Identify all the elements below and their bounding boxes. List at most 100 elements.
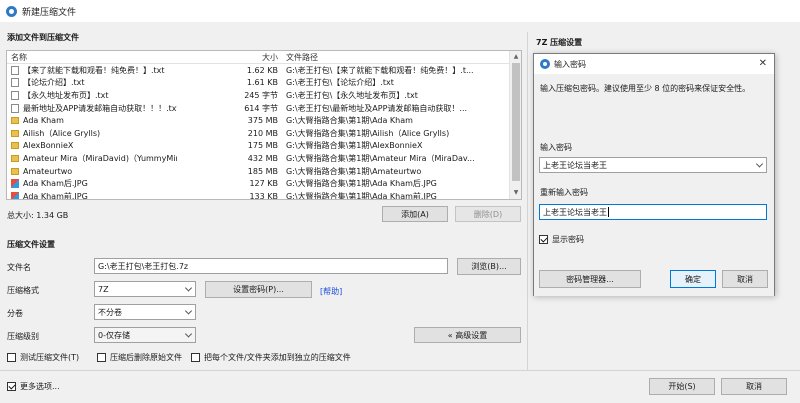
scroll-up-arrow-icon[interactable]: ▲ bbox=[512, 53, 520, 61]
window-titlebar: 新建压缩文件 bbox=[0, 0, 800, 22]
file-size: 432 MB bbox=[247, 153, 278, 163]
file-row[interactable]: AlexBonnieX 175 MB G:\大臀指路合集\第1期\AlexBonni… bbox=[7, 140, 521, 153]
password-input[interactable]: 上老王论坛当老王 bbox=[539, 157, 767, 173]
dialog-title: 输入密码 bbox=[554, 59, 586, 69]
file-row[interactable]: 【来了就能下载和观看！纯免费！】.txt 1.62 KB G:\老王打包\【来了就能… bbox=[7, 64, 521, 77]
file-row[interactable]: 【永久地址发布页】.txt 245 字节 G:\老王打包\【永久地址发布页】.txt bbox=[7, 89, 521, 102]
level-label: 压缩级别 bbox=[7, 332, 39, 341]
file-row[interactable]: Ada Kham前.JPG 133 KB G:\大臀指路合集\第1期\Ada Kha… bbox=[7, 190, 521, 200]
file-list-scrollbar[interactable]: ▲ ▼ bbox=[509, 51, 521, 199]
file-name: AlexBonnieX bbox=[23, 141, 74, 151]
help-link[interactable]: [帮助] bbox=[320, 286, 342, 297]
file-path: G:\大臀指路合集\第1期\Ada Kham前.JPG bbox=[286, 191, 437, 200]
file-path: G:\大臀指路合集\第1期\AlexBonnieX bbox=[286, 141, 423, 151]
delete-button[interactable]: 删除(D) bbox=[455, 206, 521, 222]
file-name: 【论坛介绍】.txt bbox=[23, 78, 85, 88]
file-row[interactable]: Amateurtwo 185 MB G:\大臀指路合集\第1期\Amateurtwo bbox=[7, 165, 521, 178]
dialog-cancel-button[interactable]: 取消 bbox=[722, 270, 768, 288]
filename-label: 文件名 bbox=[7, 263, 31, 272]
file-name: Ailish（Alice Grylls) bbox=[23, 128, 101, 138]
dialog-app-icon bbox=[540, 59, 550, 69]
delete-source-checkbox[interactable]: 压缩后删除原始文件 bbox=[97, 352, 182, 363]
file-size: 175 MB bbox=[247, 141, 278, 151]
file-name-cell: 【永久地址发布页】.txt bbox=[7, 90, 177, 101]
delete-source-label: 压缩后删除原始文件 bbox=[110, 353, 182, 362]
browse-button[interactable]: 浏览(B)... bbox=[457, 258, 521, 275]
format-label: 压缩格式 bbox=[7, 286, 39, 295]
dialog-body: 输入压缩包密码。建议使用至少 8 位的密码来保证安全性。 输入密码 上老王论坛当… bbox=[534, 74, 774, 296]
column-header-name[interactable]: 名称 bbox=[7, 52, 177, 63]
split-select[interactable]: 不分卷 bbox=[94, 304, 196, 320]
file-row[interactable]: Ailish（Alice Grylls) 210 MB G:\大臀指路合集\第1期\… bbox=[7, 127, 521, 140]
filename-input[interactable]: G:\老王打包\老王打包.7z bbox=[94, 258, 448, 274]
window-title: 新建压缩文件 bbox=[22, 7, 77, 18]
file-size: 614 字节 bbox=[244, 103, 278, 113]
password-dialog: 输入密码 ✕ 输入压缩包密码。建议使用至少 8 位的密码来保证安全性。 输入密码… bbox=[533, 53, 775, 296]
file-path: G:\老王打包\【论坛介绍】.txt bbox=[286, 78, 394, 88]
file-name-cell: 【来了就能下载和观看！纯免费！】.txt bbox=[7, 65, 177, 76]
side-panel-label: 7Z 压缩设置 bbox=[536, 38, 583, 47]
file-name-cell: Amateurtwo bbox=[7, 167, 177, 176]
file-size: 1.62 KB bbox=[246, 65, 278, 75]
scroll-down-arrow-icon[interactable]: ▼ bbox=[512, 189, 520, 197]
ok-button[interactable]: 确定 bbox=[670, 270, 716, 288]
start-button[interactable]: 开始(S) bbox=[649, 378, 715, 395]
file-size: 185 MB bbox=[247, 166, 278, 176]
checkbox-box[interactable] bbox=[97, 353, 106, 362]
cancel-button[interactable]: 取消 bbox=[721, 378, 787, 395]
file-name: Ada Kham后.JPG bbox=[23, 179, 88, 189]
file-row[interactable]: Amateur Mira（MiraDavid)（YummyMira) 432 MB… bbox=[7, 152, 521, 165]
column-header-size[interactable]: 大小 bbox=[177, 52, 282, 63]
file-path: G:\老王打包\最新地址及APP请发邮箱自动获取！... bbox=[286, 103, 468, 113]
folder-icon bbox=[11, 117, 19, 125]
format-select-value: 7Z bbox=[98, 284, 109, 294]
file-path: G:\大臀指路合集\第1期\Amateur Mira（MiraDav... bbox=[286, 153, 475, 163]
level-select[interactable]: 0-仅存储 bbox=[94, 327, 196, 343]
file-name: Amateurtwo bbox=[23, 166, 73, 176]
close-icon[interactable]: ✕ bbox=[759, 58, 767, 69]
file-list[interactable]: 名称 大小 文件路径 【来了就能下载和观看！纯免费！】.txt 1.62 KB G:… bbox=[6, 50, 522, 200]
scrollbar-thumb[interactable] bbox=[512, 63, 520, 181]
image-file-icon bbox=[11, 191, 19, 199]
checkbox-box-checked[interactable] bbox=[539, 235, 548, 244]
chevron-down-icon[interactable] bbox=[755, 160, 764, 168]
file-path: G:\大臀指路合集\第1期\Ada Kham后.JPG bbox=[286, 179, 437, 189]
test-archive-checkbox[interactable]: 测试压缩文件(T) bbox=[7, 352, 79, 363]
split-label: 分卷 bbox=[7, 309, 23, 318]
checkbox-box-checked[interactable] bbox=[7, 382, 16, 391]
file-name-cell: Ada Kham前.JPG bbox=[7, 191, 177, 199]
more-options-checkbox[interactable]: 更多选项... bbox=[7, 381, 60, 392]
file-size: 245 字节 bbox=[244, 90, 278, 100]
set-password-button[interactable]: 设置密码(P)... bbox=[205, 281, 312, 298]
file-row[interactable]: 最新地址及APP请发邮箱自动获取！！！.txt 614 字节 G:\老王打包\最新地… bbox=[7, 102, 521, 115]
file-path: G:\老王打包\【来了就能下载和观看！纯免费！】.t... bbox=[286, 65, 474, 75]
dialog-description: 输入压缩包密码。建议使用至少 8 位的密码来保证安全性。 bbox=[540, 84, 751, 93]
show-password-checkbox[interactable]: 显示密码 bbox=[539, 234, 584, 245]
confirm-password-input[interactable]: 上老王论坛当老王 bbox=[539, 204, 767, 220]
text-file-icon bbox=[11, 103, 19, 113]
file-row[interactable]: Ada Kham后.JPG 127 KB G:\大臀指路合集\第1期\Ada Kha… bbox=[7, 177, 521, 190]
dialog-titlebar: 输入密码 ✕ bbox=[534, 54, 774, 74]
password-value: 上老王论坛当老王 bbox=[543, 160, 607, 170]
checkbox-box[interactable] bbox=[191, 353, 200, 362]
folder-icon bbox=[11, 129, 19, 137]
checkbox-box[interactable] bbox=[7, 353, 16, 362]
separate-archives-checkbox[interactable]: 把每个文件/文件夹添加到独立的压缩文件 bbox=[191, 352, 351, 363]
password-manager-button[interactable]: 密码管理器... bbox=[539, 270, 641, 288]
confirm-password-value: 上老王论坛当老王 bbox=[543, 207, 607, 217]
file-name: Amateur Mira（MiraDavid)（YummyMira) bbox=[23, 153, 177, 163]
separate-archives-label: 把每个文件/文件夹添加到独立的压缩文件 bbox=[204, 353, 351, 362]
column-header-path[interactable]: 文件路径 bbox=[282, 52, 507, 63]
add-button[interactable]: 添加(A) bbox=[382, 206, 448, 222]
advanced-settings-button[interactable]: « 高级设置 bbox=[414, 327, 521, 343]
file-row[interactable]: 【论坛介绍】.txt 1.61 KB G:\老王打包\【论坛介绍】.txt bbox=[7, 77, 521, 90]
folder-icon bbox=[11, 142, 19, 150]
file-name-cell: 最新地址及APP请发邮箱自动获取！！！.txt bbox=[7, 103, 177, 114]
file-size: 127 KB bbox=[249, 179, 278, 189]
file-name: 【永久地址发布页】.txt bbox=[23, 90, 109, 100]
format-select[interactable]: 7Z bbox=[94, 281, 196, 297]
file-name: Ada Kham bbox=[23, 116, 64, 126]
file-name: 最新地址及APP请发邮箱自动获取！！！.txt bbox=[23, 103, 177, 113]
file-row[interactable]: Ada Kham 375 MB G:\大臀指路合集\第1期\Ada Kham bbox=[7, 114, 521, 127]
panel-divider bbox=[527, 32, 528, 370]
